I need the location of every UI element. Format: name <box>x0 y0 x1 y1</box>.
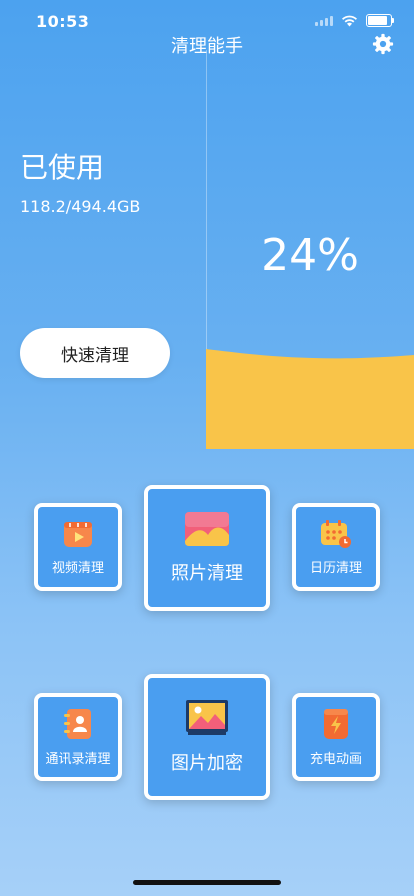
status-time: 10:53 <box>36 12 90 31</box>
page-title: 清理能手 <box>171 36 243 57</box>
contacts-book-icon <box>64 708 91 739</box>
video-clean-tile[interactable]: 视频清理 <box>34 503 122 591</box>
cellular-signal-icon <box>315 15 333 26</box>
storage-wave-fill <box>206 349 414 449</box>
charge-animation-tile[interactable]: 充电动画 <box>292 693 380 781</box>
calendar-clean-tile[interactable]: 日历清理 <box>292 503 380 591</box>
calendar-icon <box>321 519 351 548</box>
video-icon <box>64 521 92 547</box>
photo-clean-tile[interactable]: 照片清理 <box>144 485 270 611</box>
status-icons <box>315 14 394 27</box>
calendar-clean-label: 日历清理 <box>309 560 362 576</box>
charging-animation-icon <box>324 708 348 739</box>
battery-icon <box>366 14 394 27</box>
wifi-icon <box>342 15 357 26</box>
used-label: 已使用 <box>20 151 105 184</box>
video-clean-label: 视频清理 <box>51 560 104 576</box>
chart-divider <box>206 50 207 350</box>
photo-encrypt-tile[interactable]: 图片加密 <box>144 674 270 800</box>
contacts-clean-label: 通讯录清理 <box>45 751 111 767</box>
photo-encrypt-label: 图片加密 <box>171 753 243 774</box>
quick-clean-button[interactable]: 快速清理 <box>20 328 170 378</box>
contacts-clean-tile[interactable]: 通讯录清理 <box>34 693 122 781</box>
photo-clean-label: 照片清理 <box>171 563 243 584</box>
photo-icon <box>185 512 229 546</box>
usage-percent: 24% <box>261 230 359 281</box>
settings-gear-icon[interactable] <box>372 33 394 55</box>
charge-animation-label: 充电动画 <box>309 751 362 767</box>
home-indicator[interactable] <box>133 880 281 885</box>
used-amount: 118.2/494.4GB <box>20 197 141 216</box>
image-lock-icon <box>186 700 228 735</box>
